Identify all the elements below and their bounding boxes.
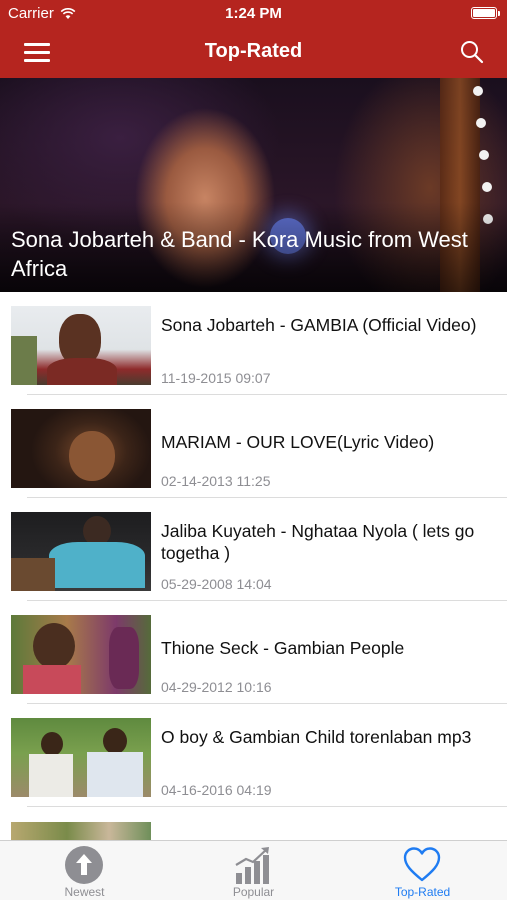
up-arrow-circle-icon	[65, 846, 103, 884]
tab-label: Newest	[64, 885, 105, 899]
navigation-bar: Top-Rated	[0, 28, 507, 78]
video-date: 04-16-2016 04:19	[161, 782, 272, 798]
bar-chart-trend-icon	[235, 847, 269, 884]
video-thumbnail	[11, 409, 151, 488]
page-title: Top-Rated	[204, 40, 303, 62]
video-title: Thione Seck - Gambian People	[161, 638, 405, 658]
video-thumbnail	[11, 615, 151, 694]
video-thumbnail	[11, 512, 151, 591]
partial-video-thumbnail[interactable]	[11, 822, 151, 842]
video-date: 05-29-2008 14:04	[161, 576, 272, 592]
video-date: 02-14-2013 11:25	[161, 473, 271, 489]
video-row[interactable]: MARIAM - OUR LOVE(Lyric Video) 02-14-201…	[0, 395, 507, 498]
top-bar: Carrier 1:24 PM Top-Rated	[0, 0, 507, 78]
heart-icon	[403, 847, 441, 882]
video-row[interactable]: O boy & Gambian Child torenlaban mp3 04-…	[0, 704, 507, 807]
tab-bar: Newest Popular Top-Rated	[0, 840, 507, 900]
battery-icon	[471, 7, 500, 19]
video-date: 11-19-2015 09:07	[161, 370, 271, 386]
video-row[interactable]: Sona Jobarteh - GAMBIA (Official Video) …	[0, 292, 507, 395]
video-thumbnail	[11, 718, 151, 797]
tab-label: Top-Rated	[394, 885, 451, 899]
tab-newest[interactable]: Newest	[0, 841, 169, 901]
status-bar: Carrier 1:24 PM	[0, 0, 507, 28]
video-row[interactable]: Jaliba Kuyateh - Nghataa Nyola ( lets go…	[0, 498, 507, 601]
video-title: MARIAM - OUR LOVE(Lyric Video)	[161, 432, 435, 452]
search-icon[interactable]	[459, 39, 485, 65]
video-title: Jaliba Kuyateh - Nghataa Nyola ( lets go…	[161, 521, 475, 563]
tab-label: Popular	[232, 885, 275, 899]
video-title: Sona Jobarteh - GAMBIA (Official Video)	[161, 315, 477, 335]
video-title: O boy & Gambian Child torenlaban mp3	[161, 727, 472, 747]
status-time: 1:24 PM	[225, 5, 282, 22]
video-list: Sona Jobarteh - GAMBIA (Official Video) …	[0, 292, 507, 807]
video-date: 04-29-2012 10:16	[161, 679, 272, 695]
tab-popular[interactable]: Popular	[169, 841, 338, 901]
video-thumbnail	[11, 306, 151, 385]
featured-video[interactable]: Sona Jobarteh & Band - Kora Music from W…	[0, 78, 507, 292]
featured-video-title: Sona Jobarteh & Band - Kora Music from W…	[11, 227, 468, 281]
tab-top-rated[interactable]: Top-Rated	[338, 841, 507, 901]
video-row[interactable]: Thione Seck - Gambian People 04-29-2012 …	[0, 601, 507, 704]
